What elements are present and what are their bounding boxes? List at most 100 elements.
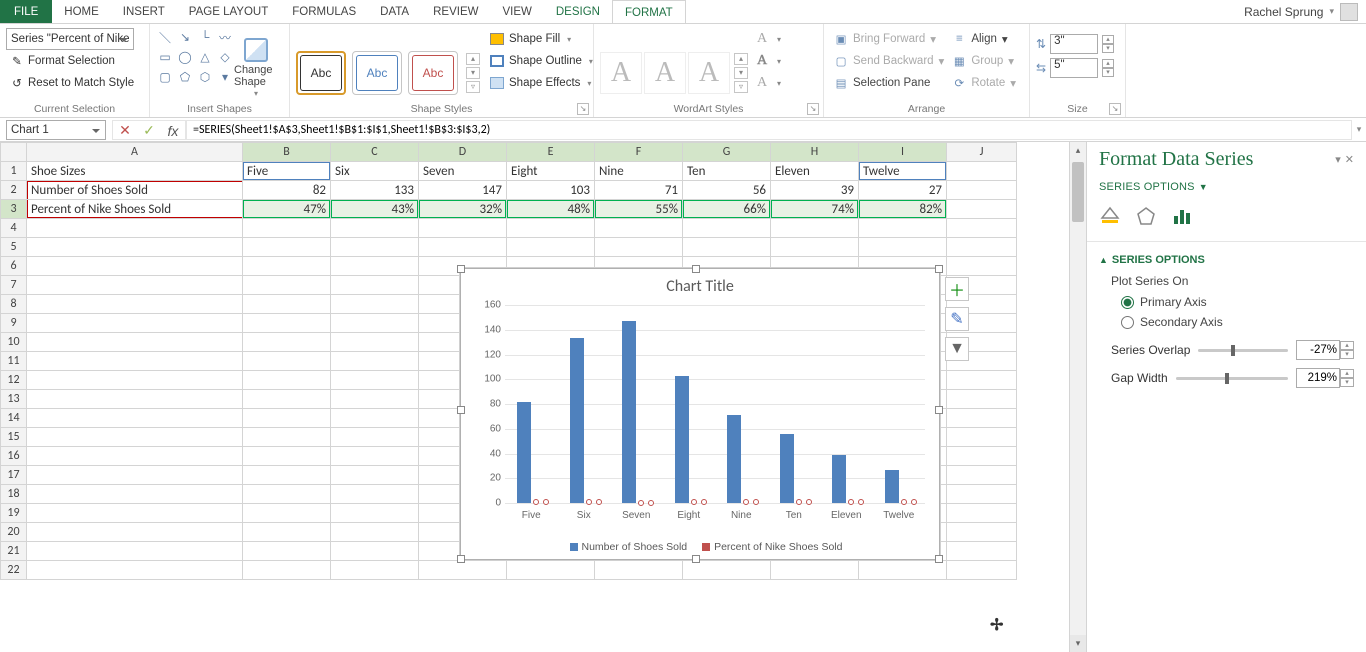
cell[interactable]: 103 — [507, 181, 595, 200]
tab-page-layout[interactable]: PAGE LAYOUT — [177, 0, 280, 23]
shape-style-more[interactable]: ▴▾▿ — [466, 53, 480, 93]
cell[interactable] — [331, 352, 419, 371]
tab-view[interactable]: VIEW — [490, 0, 543, 23]
row-header[interactable]: 3 — [1, 200, 27, 219]
cell[interactable]: Five — [243, 162, 331, 181]
cell[interactable] — [243, 504, 331, 523]
cell[interactable] — [331, 485, 419, 504]
cell[interactable] — [507, 219, 595, 238]
cell[interactable] — [27, 352, 243, 371]
cell[interactable] — [331, 542, 419, 561]
text-fill-button[interactable]: A▾ — [750, 28, 785, 50]
vertical-scrollbar[interactable]: ▴ ▾ — [1069, 142, 1086, 652]
tab-review[interactable]: REVIEW — [421, 0, 490, 23]
series-marker[interactable] — [596, 499, 602, 505]
col-F[interactable]: F — [595, 143, 683, 162]
cell[interactable]: 32% — [419, 200, 507, 219]
cell[interactable] — [947, 238, 1017, 257]
cell[interactable] — [27, 504, 243, 523]
cell[interactable] — [331, 238, 419, 257]
cell[interactable] — [243, 542, 331, 561]
cell[interactable]: 48% — [507, 200, 595, 219]
series-marker[interactable] — [848, 499, 854, 505]
cell[interactable] — [243, 371, 331, 390]
series-marker[interactable] — [533, 499, 539, 505]
cell[interactable] — [243, 523, 331, 542]
chart-title[interactable]: Chart Title — [461, 269, 939, 296]
account-user[interactable]: Rachel Sprung ▾ — [1244, 0, 1366, 23]
expand-formula-bar-icon[interactable]: ▾ — [1352, 124, 1366, 135]
dialog-launcher-icon[interactable]: ↘ — [807, 103, 819, 115]
cell[interactable]: 74% — [771, 200, 859, 219]
row-header[interactable]: 15 — [1, 428, 27, 447]
series-marker[interactable] — [753, 499, 759, 505]
series-marker[interactable] — [806, 499, 812, 505]
close-icon[interactable]: ✕ — [1345, 153, 1354, 166]
cell[interactable]: Ten — [683, 162, 771, 181]
shape-line-icon[interactable]: ＼ — [156, 28, 174, 46]
wordart-style-1[interactable]: A — [600, 52, 642, 94]
cell[interactable] — [27, 314, 243, 333]
shape-elbow-icon[interactable]: └ — [196, 28, 214, 46]
cell[interactable] — [331, 390, 419, 409]
cell[interactable] — [243, 390, 331, 409]
row-header[interactable]: 10 — [1, 333, 27, 352]
tab-home[interactable]: HOME — [52, 0, 111, 23]
pane-options-icon[interactable]: ▾ — [1335, 153, 1341, 166]
cell[interactable] — [771, 238, 859, 257]
cell[interactable]: 147 — [419, 181, 507, 200]
bar[interactable] — [885, 470, 899, 503]
cell[interactable] — [243, 352, 331, 371]
row-header[interactable]: 12 — [1, 371, 27, 390]
cell[interactable]: 133 — [331, 181, 419, 200]
cell[interactable] — [947, 561, 1017, 580]
bar[interactable] — [780, 434, 794, 503]
shape-style-1[interactable]: Abc — [296, 51, 346, 95]
shape-effects-button[interactable]: Shape Effects▾ — [486, 72, 597, 94]
row-header[interactable]: 18 — [1, 485, 27, 504]
cell[interactable] — [947, 447, 1017, 466]
row-header[interactable]: 1 — [1, 162, 27, 181]
resize-handle[interactable] — [457, 265, 465, 273]
cell[interactable] — [331, 219, 419, 238]
cell[interactable] — [595, 219, 683, 238]
cell[interactable] — [947, 181, 1017, 200]
cell[interactable] — [595, 561, 683, 580]
cell[interactable] — [507, 561, 595, 580]
scroll-down-icon[interactable]: ▾ — [1070, 635, 1086, 652]
cell[interactable] — [331, 257, 419, 276]
col-G[interactable]: G — [683, 143, 771, 162]
series-options-tab-icon[interactable] — [1171, 205, 1193, 227]
col-E[interactable]: E — [507, 143, 595, 162]
shapes-gallery[interactable]: ＼ ↘ └ 〰 ▭ ◯ △ ◇ ▢ ⬠ ⬡ ▾ — [156, 28, 234, 86]
formula-input[interactable] — [186, 120, 1352, 140]
cell[interactable]: 43% — [331, 200, 419, 219]
row-header[interactable]: 11 — [1, 352, 27, 371]
cell[interactable] — [27, 257, 243, 276]
bring-forward-button[interactable]: ▣Bring Forward▾ — [830, 28, 948, 50]
cell[interactable] — [27, 390, 243, 409]
cell[interactable] — [419, 238, 507, 257]
cell[interactable] — [947, 162, 1017, 181]
resize-handle[interactable] — [692, 265, 700, 273]
rotate-button[interactable]: ⟳Rotate▾ — [948, 72, 1020, 94]
gap-width-input[interactable] — [1296, 368, 1340, 388]
cell[interactable] — [27, 561, 243, 580]
series-options-section[interactable]: ▲SERIES OPTIONS — [1099, 254, 1354, 266]
selection-pane-button[interactable]: ▤Selection Pane — [830, 72, 948, 94]
cell[interactable] — [331, 333, 419, 352]
cell[interactable] — [27, 447, 243, 466]
column-headers[interactable]: A B C D E F G H I J — [1, 143, 1017, 162]
cell[interactable]: Eleven — [771, 162, 859, 181]
series-marker[interactable] — [586, 499, 592, 505]
row-header[interactable]: 6 — [1, 257, 27, 276]
cell[interactable] — [243, 276, 331, 295]
series-marker[interactable] — [901, 499, 907, 505]
series-marker[interactable] — [691, 499, 697, 505]
row-header[interactable]: 19 — [1, 504, 27, 523]
wordart-style-3[interactable]: A — [688, 52, 730, 94]
cell[interactable] — [27, 428, 243, 447]
cell[interactable] — [243, 561, 331, 580]
col-I[interactable]: I — [859, 143, 947, 162]
cancel-icon[interactable]: ✕ — [113, 121, 137, 141]
